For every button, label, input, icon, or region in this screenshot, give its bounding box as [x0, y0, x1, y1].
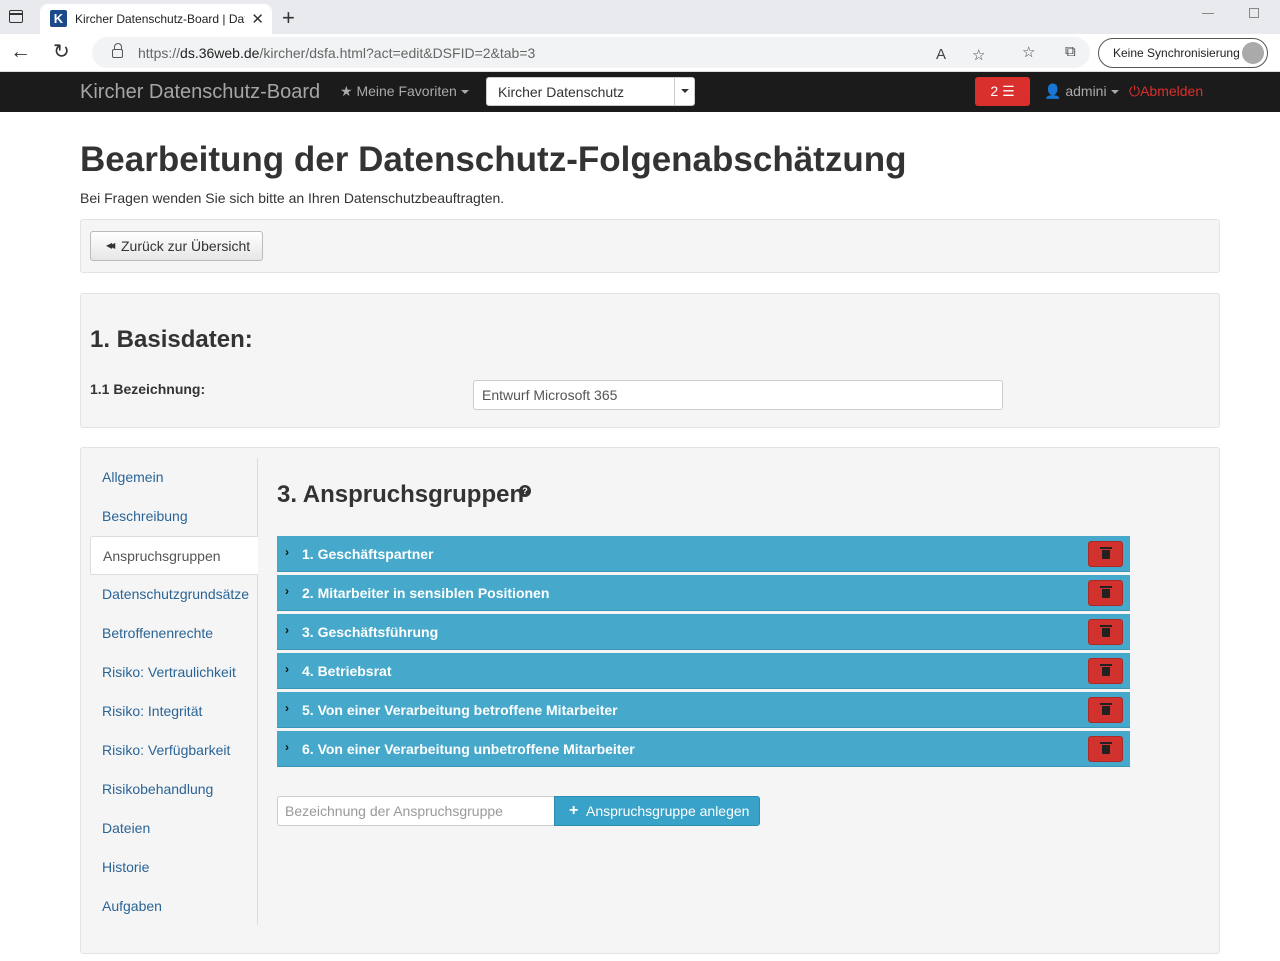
minimize-icon[interactable] [1202, 13, 1214, 14]
tab-actions-icon[interactable] [9, 10, 23, 23]
sidebar-item-11[interactable]: Aufgaben [90, 887, 258, 926]
select-arrow-icon [674, 78, 694, 105]
back-to-overview-button[interactable]: Zurück zur Übersicht [90, 231, 263, 261]
create-group-label: Anspruchsgruppe anlegen [586, 803, 750, 819]
sidebar-item-1[interactable]: Beschreibung [90, 497, 258, 536]
reload-icon[interactable]: ↻ [53, 39, 70, 64]
group-name: 4. Betriebsrat [302, 663, 392, 679]
favorites-label: Meine Favoriten [356, 83, 457, 99]
back-arrow-icon[interactable]: ← [10, 40, 31, 64]
plus-icon: + [569, 802, 579, 819]
url-text: https://ds.36web.de/kircher/dsfa.html?ac… [138, 45, 536, 61]
group-name: 3. Geschäftsführung [302, 624, 439, 640]
create-group-button[interactable]: + Anspruchsgruppe anlegen [554, 796, 760, 826]
read-aloud-icon[interactable]: A [936, 46, 946, 63]
star-icon: ★ [340, 83, 353, 99]
sidebar-item-10[interactable]: Historie [90, 848, 258, 887]
chevron-right-icon: › [285, 740, 289, 754]
maximize-icon[interactable] [1249, 8, 1259, 18]
sidebar-item-4[interactable]: Betroffenenrechte [90, 614, 258, 653]
group-row[interactable]: › 2. Mitarbeiter in sensiblen Positionen [277, 575, 1130, 611]
page-subtitle: Bei Fragen wenden Sie sich bitte an Ihre… [80, 190, 505, 206]
tabs-panel: Allgemein Beschreibung Anspruchsgruppen Dat… [80, 447, 1220, 954]
app-navbar: Kircher Datenschutz-Board ★ Meine Favori… [0, 72, 1280, 112]
chevron-right-icon: › [285, 623, 289, 637]
list-icon: ☰ [1002, 83, 1015, 99]
group-name: 1. Geschäftspartner [302, 546, 434, 562]
sidebar-item-8[interactable]: Risikobehandlung [90, 770, 258, 809]
group-row[interactable]: › 1. Geschäftspartner [277, 536, 1130, 572]
chevron-right-icon: › [285, 662, 289, 676]
trash-icon [1100, 742, 1112, 754]
chevron-right-icon: › [285, 545, 289, 559]
trash-icon [1100, 625, 1112, 637]
sidebar-item-2[interactable]: Anspruchsgruppen [90, 536, 258, 575]
user-menu[interactable]: 👤 admini [1044, 83, 1119, 100]
group-name: 6. Von einer Verarbeitung unbetroffene M… [302, 741, 635, 757]
browser-tab-bar: K Kircher Datenschutz-Board | Datenschut… [0, 0, 1280, 34]
power-icon: ⏻ [1129, 83, 1141, 99]
chevron-right-icon: › [285, 584, 289, 598]
group-row[interactable]: › 5. Von einer Verarbeitung betroffene Mi… [277, 692, 1130, 728]
sidebar-item-0[interactable]: Allgemein [90, 458, 258, 497]
chevron-right-icon: › [285, 701, 289, 715]
delete-group-button[interactable] [1088, 580, 1123, 606]
sidebar-item-7[interactable]: Risiko: Verfügbarkeit [90, 731, 258, 770]
trash-icon [1100, 586, 1112, 598]
site-favicon-icon: K [50, 10, 67, 27]
profile-avatar-icon [1242, 42, 1264, 64]
sync-label: Keine Synchronisierung [1113, 46, 1240, 60]
new-group-input[interactable]: Bezeichnung der Anspruchsgruppe [277, 796, 554, 826]
designation-label: 1.1 Bezeichnung: [90, 381, 206, 397]
caret-down-icon [460, 90, 469, 95]
delete-group-button[interactable] [1088, 619, 1123, 645]
sidebar-item-9[interactable]: Dateien [90, 809, 258, 848]
user-name: admini [1065, 83, 1107, 99]
browser-tab[interactable]: K Kircher Datenschutz-Board | Datenschut… [40, 4, 272, 34]
page-title: Bearbeitung der Datenschutz-Folgenabschä… [80, 140, 907, 179]
task-count: 2 [990, 83, 999, 99]
favorites-icon[interactable]: ☆ [1022, 43, 1035, 61]
delete-group-button[interactable] [1088, 541, 1123, 567]
user-icon: 👤 [1044, 83, 1062, 99]
favorites-menu[interactable]: ★ Meine Favoriten [340, 83, 469, 100]
tasks-button[interactable]: 2 ☰ [975, 77, 1030, 106]
basis-panel: 1. Basisdaten: 1.1 Bezeichnung: Entwurf … [80, 293, 1220, 428]
organization-select[interactable]: Kircher Datenschutz [486, 77, 695, 106]
brand-link[interactable]: Kircher Datenschutz-Board [80, 81, 320, 104]
trash-icon [1100, 703, 1112, 715]
url-field[interactable]: https://ds.36web.de/kircher/dsfa.html?ac… [92, 37, 1090, 68]
caret-down-icon [1110, 90, 1119, 95]
group-name: 5. Von einer Verarbeitung betroffene Mit… [302, 702, 618, 718]
help-icon[interactable]: ? [519, 485, 531, 497]
delete-group-button[interactable] [1088, 697, 1123, 723]
basis-heading: 1. Basisdaten: [90, 326, 253, 353]
sidebar-item-5[interactable]: Risiko: Vertraulichkeit [90, 653, 258, 692]
logout-label: Abmelden [1140, 83, 1204, 99]
logout-link[interactable]: ⏻Abmelden [1129, 83, 1203, 100]
browser-address-bar: ← ↻ https://ds.36web.de/kircher/dsfa.htm… [0, 34, 1280, 72]
back-well: Zurück zur Übersicht [80, 219, 1220, 273]
close-tab-icon[interactable]: ✕ [251, 10, 264, 28]
section-heading: 3. Anspruchsgruppen [277, 481, 525, 508]
group-row[interactable]: › 4. Betriebsrat [277, 653, 1130, 689]
trash-icon [1100, 547, 1112, 559]
delete-group-button[interactable] [1088, 658, 1123, 684]
section-nav: Allgemein Beschreibung Anspruchsgruppen Dat… [90, 458, 258, 925]
sync-button[interactable]: Keine Synchronisierung [1098, 38, 1268, 68]
add-favorite-icon[interactable]: ☆ [972, 46, 985, 64]
sidebar-item-3[interactable]: Datenschutzgrundsätze [90, 575, 258, 614]
group-row[interactable]: › 6. Von einer Verarbeitung unbetroffene … [277, 731, 1130, 767]
group-name: 2. Mitarbeiter in sensiblen Positionen [302, 585, 550, 601]
lock-icon [112, 43, 123, 58]
group-row[interactable]: › 3. Geschäftsführung [277, 614, 1130, 650]
new-tab-icon[interactable]: + [282, 5, 295, 31]
trash-icon [1100, 664, 1112, 676]
designation-input[interactable]: Entwurf Microsoft 365 [473, 380, 1003, 410]
delete-group-button[interactable] [1088, 736, 1123, 762]
tab-title: Kircher Datenschutz-Board | Datenschutz [75, 12, 245, 26]
collections-icon[interactable]: ⧉ [1065, 43, 1076, 60]
organization-selected: Kircher Datenschutz [498, 84, 625, 100]
sidebar-item-6[interactable]: Risiko: Integrität [90, 692, 258, 731]
